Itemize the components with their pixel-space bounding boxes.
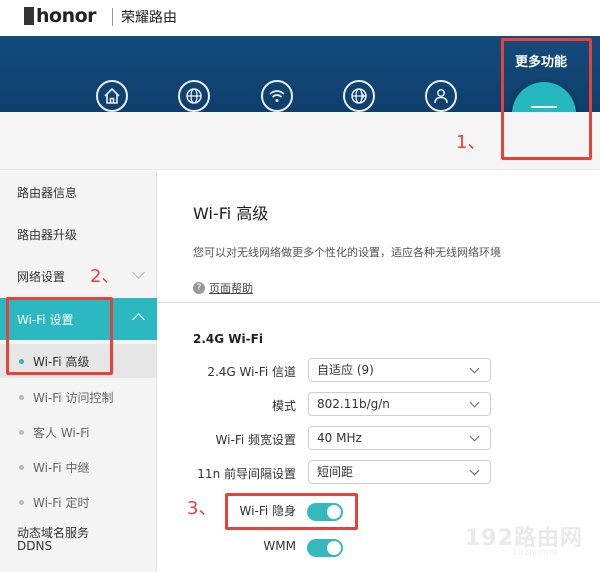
router-admin-page: honor 荣耀路由 更多功能 1、 路由器信息 路由器升级 网络设置 Wi-F… [0, 0, 600, 572]
bandwidth-label: Wi-Fi 频宽设置 [215, 433, 296, 447]
user-icon[interactable] [425, 80, 457, 112]
bullet-icon [19, 430, 24, 435]
wmm-toggle[interactable] [307, 539, 343, 557]
sidebar-subitem-label: Wi-Fi 访问控制 [33, 390, 114, 405]
globe-icon[interactable] [178, 80, 210, 112]
channel-label: 2.4G Wi-Fi 信道 [207, 365, 296, 379]
brand-divider [112, 8, 113, 26]
annotation-step1: 1、 [456, 132, 486, 153]
mode-value: 802.11b/g/n [317, 397, 390, 411]
guard-interval-value: 短间距 [317, 465, 354, 479]
page-description: 您可以对无线网络做更多个性化的设置，适应各种无线网络环境 [193, 246, 501, 259]
mode-label: 模式 [271, 399, 296, 413]
chevron-down-icon [469, 363, 480, 374]
toggle-knob [327, 541, 341, 555]
logo-text: honor [36, 5, 97, 27]
help-label: 页面帮助 [209, 282, 253, 295]
section-title: 2.4G Wi-Fi [193, 332, 263, 346]
channel-value: 自适应 (9) [317, 363, 374, 377]
bullet-icon [19, 500, 24, 505]
watermark-sub: 192ly.com [512, 548, 558, 558]
bullet-icon [19, 395, 24, 400]
sidebar-subitem-label: Wi-Fi 中继 [33, 460, 90, 475]
chevron-down-icon [469, 431, 480, 442]
divider [157, 302, 600, 303]
annotation-box-hide-ssid [225, 493, 358, 530]
sidebar-item-label: 网络设置 [17, 269, 66, 284]
sidebar-subitem-label: Wi-Fi 定时 [33, 495, 90, 510]
sidebar-item-label: 路由器信息 [17, 185, 78, 200]
bullet-icon [19, 465, 24, 470]
wifi-icon[interactable] [261, 80, 293, 112]
brand-bar: honor 荣耀路由 [0, 0, 600, 36]
logo-seal-icon [24, 7, 34, 25]
annotation-step3: 3、 [187, 498, 217, 519]
sidebar-item-router-info[interactable]: 路由器信息 [0, 171, 157, 213]
guard-interval-select[interactable]: 短间距 [308, 460, 491, 484]
bandwidth-select[interactable]: 40 MHz [308, 426, 491, 450]
globe-settings-icon[interactable] [343, 80, 375, 112]
sidebar-item-router-upgrade[interactable]: 路由器升级 [0, 213, 157, 255]
chevron-down-icon [469, 465, 480, 476]
chevron-down-icon [469, 397, 480, 408]
guard-interval-label: 11n 前导间隔设置 [197, 467, 296, 481]
mode-select[interactable]: 802.11b/g/n [308, 392, 491, 416]
wmm-label: WMM [263, 539, 296, 553]
chevron-down-icon [132, 266, 145, 279]
help-icon: ? [193, 282, 205, 294]
sidebar-item-label: 路由器升级 [17, 227, 78, 242]
annotation-box-wifi [6, 297, 113, 375]
page-help-link[interactable]: ? 页面帮助 [193, 280, 253, 296]
home-icon[interactable] [96, 80, 128, 112]
chevron-up-icon [132, 313, 145, 326]
product-name: 荣耀路由 [121, 10, 177, 26]
bandwidth-value: 40 MHz [317, 431, 362, 445]
channel-select[interactable]: 自适应 (9) [308, 358, 491, 382]
annotation-step2: 2、 [90, 266, 120, 287]
sidebar-item-network-settings[interactable]: 网络设置 [0, 255, 157, 297]
annotation-box-more [501, 38, 592, 160]
honor-logo: honor [24, 5, 97, 27]
sidebar-subitem-label: 客人 Wi-Fi [33, 425, 90, 440]
page-title: Wi-Fi 高级 [193, 204, 269, 223]
sidebar-item-label: 动态域名服务 DDNS [17, 526, 90, 553]
